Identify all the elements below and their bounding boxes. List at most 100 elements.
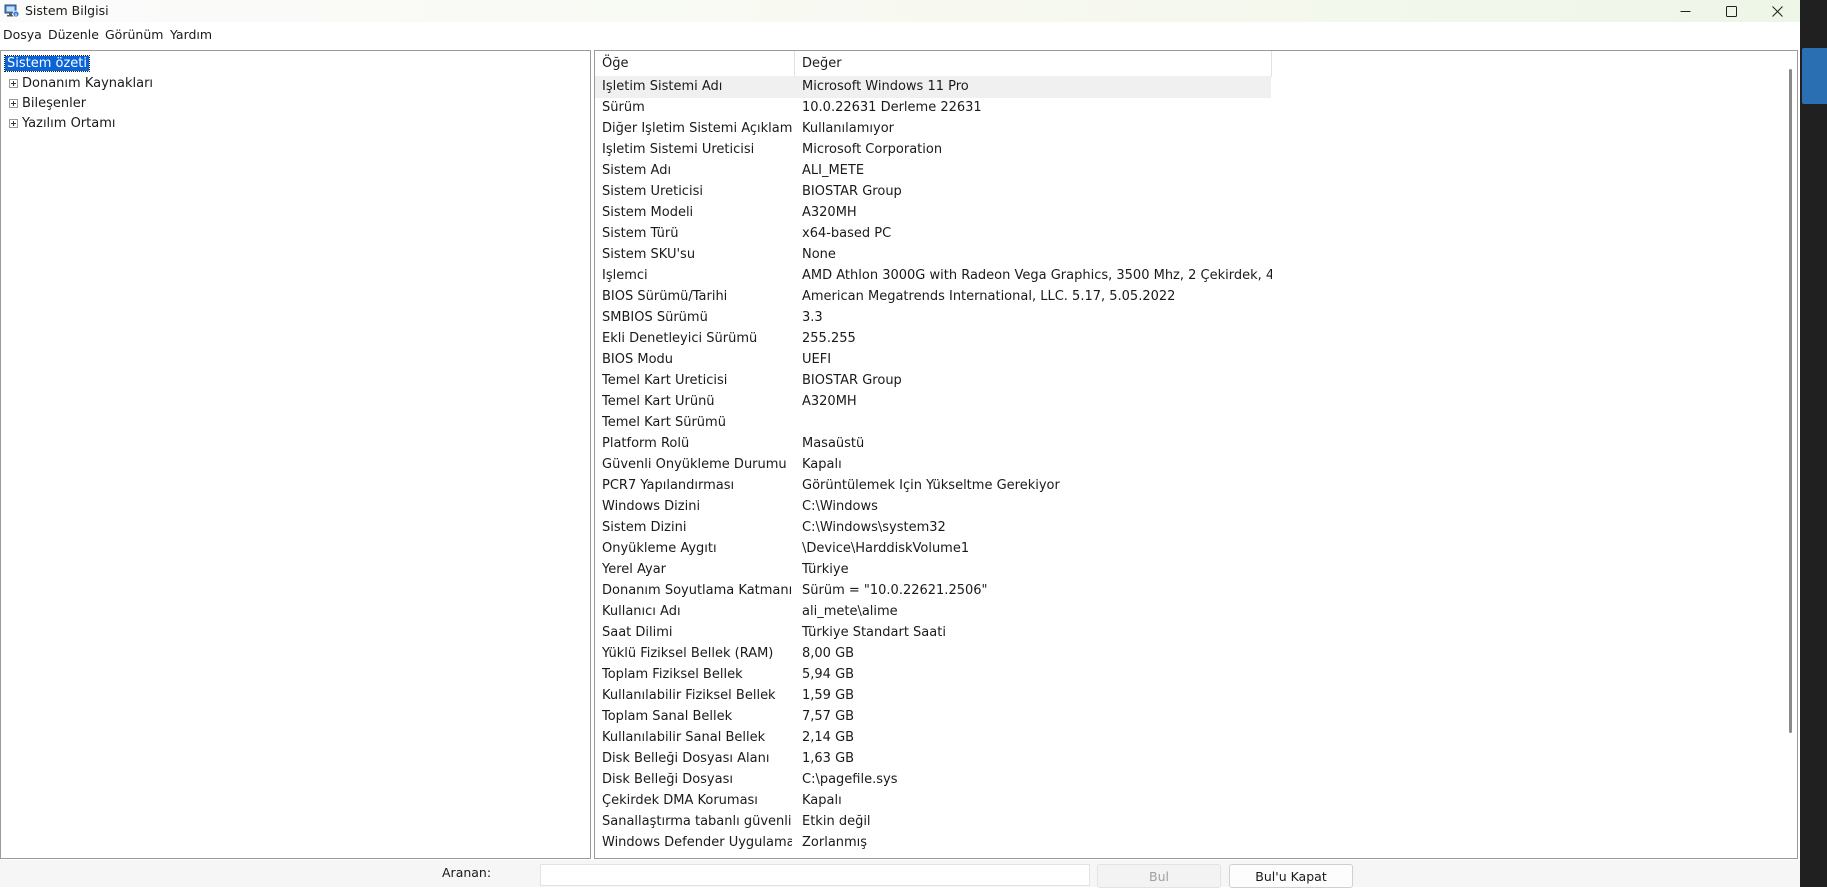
row-item-name: Disk Belleği Dosyası Alanı [602,751,770,766]
table-row[interactable]: Kullanılabilir Sanal Bellek 2,14 GB [595,728,1271,749]
row-item-name: Temel Kart Sürümü [602,415,726,430]
table-row[interactable]: Sistem SKU'su None [595,245,1271,266]
tree-node-system-summary[interactable]: Sistem özeti [3,54,91,72]
menu-file[interactable]: Dosya [3,27,42,42]
title-bar: Sistem Bilgisi [0,0,1800,22]
tree-node-label: Donanım Kaynakları [22,75,154,91]
row-item-value: 8,00 GB [802,646,855,661]
row-item-name: Temel Kart Ürünü [602,394,715,409]
category-tree[interactable]: Sistem özeti Donanım Kaynakları Bileşenl… [0,50,591,859]
row-item-name: Sistem Üreticisi [602,184,703,199]
table-row[interactable]: Kullanılabilir Fiziksel Bellek 1,59 GB [595,686,1271,707]
menu-help[interactable]: Yardım [170,27,212,42]
row-item-name: Windows Defender Uygulama ... [602,835,792,850]
table-row[interactable]: Sürüm 10.0.22631 Derleme 22631 [595,98,1271,119]
row-item-name: Toplam Sanal Bellek [602,709,733,724]
table-row[interactable]: Windows Dizini C:\Windows [595,497,1271,518]
find-input[interactable] [540,864,1090,886]
minimize-icon [1680,10,1690,12]
column-header-value[interactable]: Değer [795,51,1272,77]
close-find-button[interactable]: Bul'u Kapat [1229,864,1353,888]
table-row[interactable]: İşlemci AMD Athlon 3000G with Radeon Vega… [595,266,1272,287]
row-item-name: Sistem Dizini [602,520,687,535]
row-item-name: Sistem SKU'su [602,247,696,262]
row-item-name: BIOS Sürümü/Tarihi [602,289,728,304]
table-row[interactable]: Önyükleme Aygıtı \Device\HarddiskVolume1 [595,539,1271,560]
table-row[interactable]: Ekli Denetleyici Sürümü 255.255 [595,329,1271,350]
row-item-value: Etkin değil [802,814,871,829]
row-item-value: Kullanılamıyor [802,121,895,136]
close-window-button[interactable] [1755,0,1799,22]
row-item-name: Yüklü Fiziksel Bellek (RAM) [602,646,774,661]
row-item-name: Sistem Adı [602,163,672,178]
details-list[interactable]: Öğe Değer İşletim Sistemi Adı Microsoft W… [594,50,1798,859]
table-row[interactable]: Çekirdek DMA Koruması Kapalı [595,791,1271,812]
find-button[interactable]: Bul [1097,864,1221,888]
close-find-button-label: Bul'u Kapat [1255,868,1327,884]
row-item-name: İşletim Sistemi Üreticisi [602,142,755,157]
tree-node-components[interactable]: Bileşenler [9,94,86,112]
column-header-item[interactable]: Öğe [595,51,795,77]
row-item-value: 3.3 [802,310,823,325]
row-item-value: Kapalı [802,457,842,472]
table-row[interactable]: Windows Defender Uygulama ... Zorlanmış [595,833,1271,854]
minimize-button[interactable] [1663,0,1707,22]
window-title: Sistem Bilgisi [25,3,109,18]
table-row[interactable]: Toplam Sanal Bellek 7,57 GB [595,707,1271,728]
row-item-name: Sistem Modeli [602,205,694,220]
table-row[interactable]: Platform Rolü Masaüstü [595,434,1271,455]
table-row[interactable]: Disk Belleği Dosyası C:\pagefile.sys [595,770,1271,791]
table-row[interactable]: Yerel Ayar Türkiye [595,560,1271,581]
expand-plus-icon[interactable] [9,78,18,88]
row-item-name: Platform Rolü [602,436,690,451]
table-row[interactable]: Donanım Soyutlama Katmanı Sürüm = "10.0.2… [595,581,1271,602]
expand-plus-icon[interactable] [9,118,18,128]
row-item-name: Sanallaştırma tabanlı güvenlik [602,814,792,829]
tree-node-label: Bileşenler [22,95,87,111]
table-row[interactable]: Diğer İşletim Sistemi Açıklaması Kullanıl… [595,119,1271,140]
table-row[interactable]: BIOS Modu UEFI [595,350,1271,371]
table-row[interactable]: Yüklü Fiziksel Bellek (RAM) 8,00 GB [595,644,1271,665]
table-row[interactable]: Güvenli Önyükleme Durumu Kapalı [595,455,1271,476]
tree-node-hardware-resources[interactable]: Donanım Kaynakları [9,74,153,92]
maximize-button[interactable] [1709,0,1753,22]
menu-view[interactable]: Görünüm [105,27,163,42]
table-row[interactable]: İşletim Sistemi Adı Microsoft Windows 11 … [595,77,1271,98]
find-bar: Aranan: Bul Bul'u Kapat [0,860,1800,888]
table-row[interactable]: Sanallaştırma tabanlı güvenlik Etkin deği… [595,812,1271,833]
menu-bar: Dosya Düzenle Görünüm Yardım [0,24,1800,44]
table-row[interactable]: Sistem Türü x64-based PC [595,224,1271,245]
table-row[interactable]: İşletim Sistemi Üreticisi Microsoft Corpo… [595,140,1271,161]
row-item-name: Önyükleme Aygıtı [602,541,717,556]
table-row[interactable]: Sistem Modeli A320MH [595,203,1271,224]
row-item-value: Sürüm = "10.0.22621.2506" [802,583,988,598]
tree-node-software-environment[interactable]: Yazılım Ortamı [9,114,116,132]
row-item-name: Ekli Denetleyici Sürümü [602,331,758,346]
vertical-scrollbar[interactable] [1789,69,1792,733]
menu-edit[interactable]: Düzenle [48,27,99,42]
table-row[interactable]: Temel Kart Sürümü [595,413,1271,434]
table-row[interactable]: SMBIOS Sürümü 3.3 [595,308,1271,329]
table-row[interactable]: Temel Kart Üreticisi BIOSTAR Group [595,371,1271,392]
row-item-value: 7,57 GB [802,709,855,724]
row-item-name: Windows Dizini [602,499,701,514]
table-row[interactable]: BIOS Sürümü/Tarihi American Megatrends In… [595,287,1271,308]
row-item-value: 255.255 [802,331,856,346]
row-item-name: Temel Kart Üreticisi [602,373,728,388]
table-row[interactable]: Kullanıcı Adı ali_mete\alime [595,602,1271,623]
table-row[interactable]: Saat Dilimi Türkiye Standart Saati [595,623,1271,644]
table-row[interactable]: Toplam Fiziksel Bellek 5,94 GB [595,665,1271,686]
table-row[interactable]: Temel Kart Ürünü A320MH [595,392,1271,413]
expand-plus-icon[interactable] [9,98,18,108]
table-row[interactable]: Sistem Adı ALI_METE [595,161,1271,182]
table-row[interactable]: Sistem Dizini C:\Windows\system32 [595,518,1271,539]
row-item-name: SMBIOS Sürümü [602,310,708,325]
row-item-name: İşletim Sistemi Adı [602,79,723,94]
row-item-value: Türkiye Standart Saati [802,625,946,640]
row-item-value: 1,63 GB [802,751,855,766]
table-row[interactable]: PCR7 Yapılandırması Görüntülemek İçin Yük… [595,476,1271,497]
row-item-value: Masaüstü [802,436,865,451]
row-item-name: Sistem Türü [602,226,679,241]
table-row[interactable]: Sistem Üreticisi BIOSTAR Group [595,182,1271,203]
table-row[interactable]: Disk Belleği Dosyası Alanı 1,63 GB [595,749,1271,770]
